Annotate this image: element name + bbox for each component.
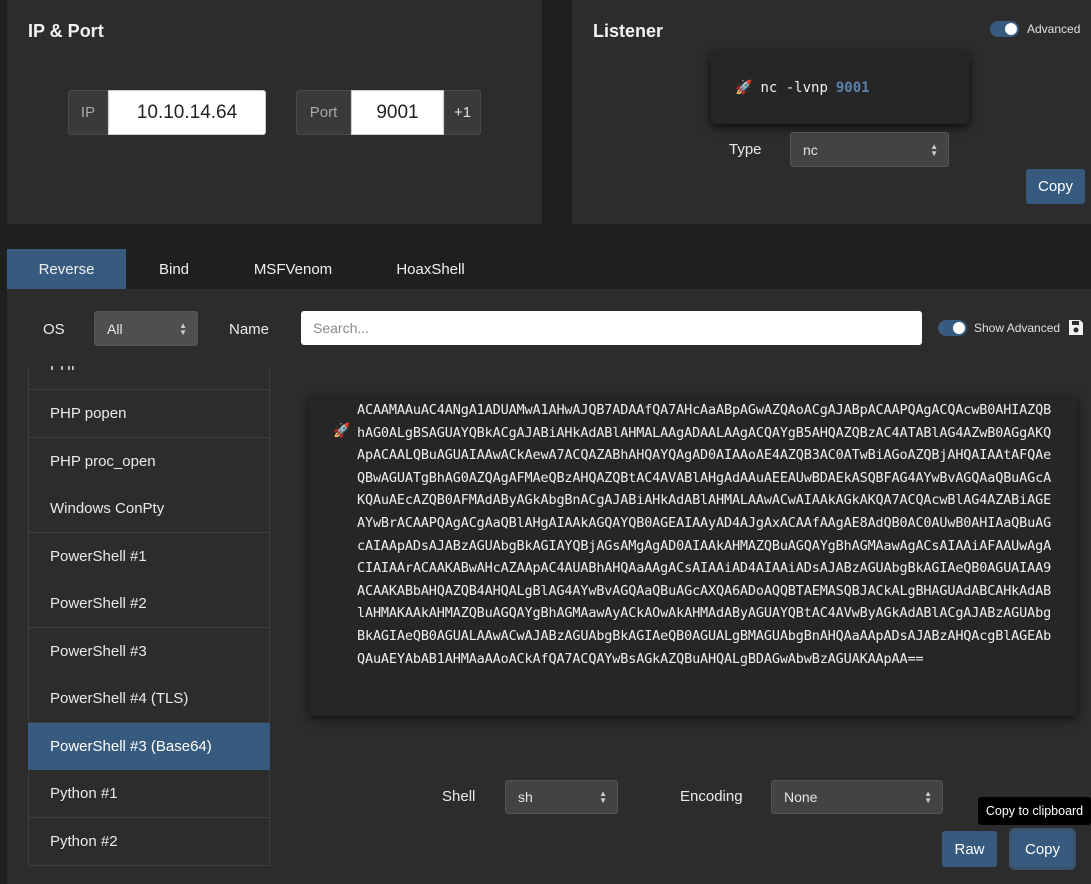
encoding-select-value: None (784, 789, 818, 805)
os-select-value: All (107, 320, 123, 337)
name-label: Name (229, 321, 270, 338)
list-item[interactable]: Python #2 (28, 818, 270, 866)
os-select[interactable]: All ▲ ▼ (94, 311, 198, 346)
increment-port-button[interactable]: +1 (444, 90, 481, 135)
advanced-label: Advanced (1027, 22, 1081, 36)
listener-copy-button[interactable]: Copy (1026, 169, 1085, 204)
list-item[interactable]: PowerShell #2 (28, 580, 270, 628)
listener-command: nc -lvnp (760, 80, 828, 96)
show-advanced-toggle[interactable] (938, 320, 967, 336)
type-label: Type (729, 141, 762, 158)
list-item[interactable]: PowerShell #1 (28, 533, 270, 581)
shell-select[interactable]: sh ▲ ▼ (505, 780, 618, 814)
ip-port-title: IP & Port (28, 21, 104, 41)
rocket-icon: 🚀 (735, 80, 753, 96)
ip-port-panel: IP & Port IP 10.10.14.64 Port 9001 +1 (7, 0, 542, 224)
ip-label: IP (68, 90, 108, 135)
shell-select-value: sh (518, 789, 533, 805)
type-select[interactable]: nc ▲ ▼ (790, 132, 949, 167)
show-advanced-label: Show Advanced (974, 321, 1061, 335)
advanced-toggle[interactable] (990, 21, 1019, 37)
list-item[interactable]: PHP popen (28, 390, 270, 438)
payload-text[interactable]: ACAAMAAuAC4ANgA1ADUAMwA1AHwAJQB7ADAAfQA7… (357, 399, 1057, 670)
os-label: OS (43, 321, 65, 338)
tab-hoaxshell[interactable]: HoaxShell (364, 249, 497, 289)
tab-msfvenom[interactable]: MSFVenom (222, 249, 364, 289)
payload-box: 🚀 ACAAMAAuAC4ANgA1ADUAMwA1AHwAJQB7ADAAfQ… (309, 396, 1077, 716)
encoding-select[interactable]: None ▲ ▼ (771, 780, 943, 814)
encoding-label: Encoding (680, 788, 743, 805)
port-label: Port (296, 90, 351, 135)
list-item-selected[interactable]: PowerShell #3 (Base64) (28, 723, 270, 771)
copy-payload-button[interactable]: Copy (1012, 831, 1073, 867)
select-arrows-icon: ▲ ▼ (179, 320, 187, 337)
list-item[interactable]: PowerShell #3 (28, 628, 270, 676)
listener-command-box: 🚀 nc -lvnp 9001 (711, 52, 969, 124)
save-icon[interactable] (1068, 319, 1084, 336)
raw-button[interactable]: Raw (942, 831, 997, 867)
tab-bind[interactable]: Bind (126, 249, 222, 289)
list-item[interactable]: PowerShell #4 (TLS) (28, 675, 270, 723)
select-arrows-icon: ▲ ▼ (930, 141, 938, 158)
list-item[interactable]: Windows ConPty (28, 485, 270, 533)
tab-reverse[interactable]: Reverse (7, 249, 126, 289)
shell-label: Shell (442, 788, 476, 805)
listener-title: Listener (593, 21, 664, 41)
list-item[interactable]: PHP (28, 366, 270, 390)
search-input[interactable]: Search... (301, 311, 922, 345)
list-item[interactable]: PHP proc_open (28, 438, 270, 486)
port-input[interactable]: 9001 (351, 90, 444, 135)
select-arrows-icon: ▲ ▼ (924, 789, 932, 805)
ip-input[interactable]: 10.10.14.64 (108, 90, 266, 135)
copy-tooltip: Copy to clipboard (978, 797, 1091, 825)
ip-input-group: IP 10.10.14.64 (68, 90, 266, 135)
shell-list: PHP PHP popen PHP proc_open Windows ConP… (28, 366, 270, 884)
type-select-value: nc (803, 141, 818, 158)
rocket-icon: 🚀 (333, 422, 351, 438)
port-input-group: Port 9001 +1 (296, 90, 481, 135)
list-item[interactable]: Python #1 (28, 770, 270, 818)
shell-type-tabs: Reverse Bind MSFVenom HoaxShell (7, 249, 1091, 289)
select-arrows-icon: ▲ ▼ (599, 789, 607, 805)
listener-command-port: 9001 (835, 80, 870, 96)
